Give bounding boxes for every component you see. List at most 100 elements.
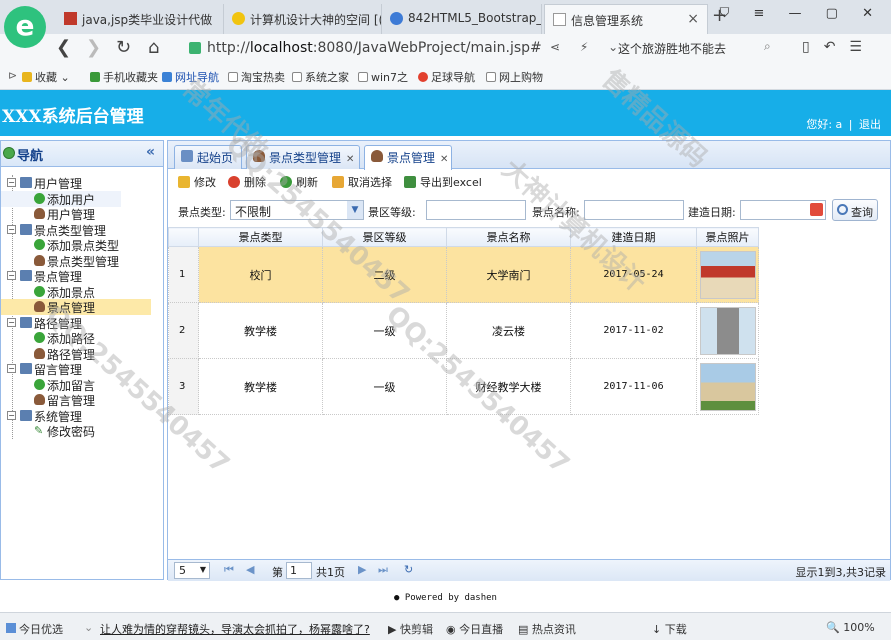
chevron-down-icon[interactable]: ▼: [347, 201, 363, 219]
sidebar-item-route-manage[interactable]: 路径管理: [1, 346, 95, 362]
search-input[interactable]: 这个旅游胜地不能去 ⌕: [618, 39, 778, 57]
first-page-icon[interactable]: ⏮: [224, 563, 234, 577]
name-input[interactable]: [584, 200, 684, 220]
prev-page-icon[interactable]: ◀: [246, 563, 254, 576]
sidebar-item-add-spot[interactable]: 添加景点: [1, 284, 95, 300]
folder-icon: [20, 270, 32, 281]
forward-icon[interactable]: ❯: [86, 37, 101, 58]
close-tab-icon[interactable]: ×: [687, 11, 699, 27]
star-icon: [22, 72, 32, 82]
tab-home[interactable]: 起始页: [174, 145, 242, 169]
tree-group-messages[interactable]: − 留言管理: [1, 361, 82, 377]
tree-group-spots[interactable]: − 景点管理: [1, 268, 82, 284]
sidebar-header: 导航 «: [1, 141, 163, 167]
column-header[interactable]: 景区等级: [322, 227, 447, 247]
window-controls[interactable]: ⛉ ≡ — ▢ ✕: [720, 6, 883, 21]
bookmark-item[interactable]: 手机收藏夹: [90, 69, 158, 85]
sidebar-item-spot-type-manage[interactable]: 景点类型管理: [1, 253, 119, 269]
download-button[interactable]: ↓ 下载: [652, 621, 687, 637]
tree-group-spot-types[interactable]: − 景点类型管理: [1, 222, 106, 238]
hot-news-button[interactable]: ▤ 热点资讯: [518, 621, 576, 637]
back-icon[interactable]: ❮: [56, 37, 71, 58]
cancel-selection-button[interactable]: 取消选择: [332, 174, 392, 190]
user-icon: [34, 255, 45, 266]
table-row[interactable]: 3 教学楼 一级 财经教学大楼 2017-11-06: [168, 358, 759, 415]
tree-group-users[interactable]: − 用户管理: [1, 175, 82, 191]
table-row[interactable]: 1 校门 二级 大学南门 2017-05-24: [168, 246, 759, 303]
live-button[interactable]: ◉ 今日直播: [446, 621, 503, 637]
sidebar-item-user-manage[interactable]: 用户管理: [1, 206, 95, 222]
last-page-icon[interactable]: ⏭: [378, 563, 388, 577]
browser-tab-active[interactable]: 信息管理系统 ×: [544, 4, 708, 34]
bookmark-item[interactable]: 网址导航: [162, 69, 219, 85]
bookmarks-toggle-icon[interactable]: ⊳: [8, 69, 17, 82]
bookmark-item[interactable]: 足球导航: [418, 69, 475, 85]
tab-spot-type-manage[interactable]: 景点类型管理 ✕: [246, 145, 360, 169]
home-icon[interactable]: ⌂: [148, 37, 159, 58]
spot-type-select[interactable]: 不限制 ▼: [230, 200, 364, 220]
sidebar-item-spot-manage[interactable]: 景点管理: [1, 299, 151, 315]
refresh-button[interactable]: 刷新: [280, 174, 318, 190]
bookmark-item[interactable]: 淘宝热卖: [228, 69, 285, 85]
browser-logo-icon[interactable]: e: [4, 6, 46, 48]
sidebar-item-change-password[interactable]: ✎ 修改密码: [1, 423, 95, 439]
page-favicon-icon: [64, 12, 77, 25]
column-header[interactable]: 景点照片: [696, 227, 759, 247]
addr-actions[interactable]: ⋖ ⚡ ⌄: [550, 40, 626, 54]
delete-button[interactable]: 删除: [228, 174, 266, 190]
sidebar-item-add-route[interactable]: 添加路径: [1, 330, 95, 346]
sidebar-item-add-message[interactable]: 添加留言: [1, 377, 95, 393]
page-size-select[interactable]: 5 ▼: [174, 562, 210, 579]
search-icon[interactable]: ⌕: [764, 39, 771, 54]
browser-tab-1[interactable]: java,jsp类毕业设计代做: [56, 4, 224, 34]
daily-pick-link[interactable]: 今日优选: [6, 621, 63, 637]
spot-photo[interactable]: [699, 250, 756, 299]
bookmark-item[interactable]: win7之: [358, 69, 408, 85]
tree-group-routes[interactable]: − 路径管理: [1, 315, 82, 331]
sidebar-item-add-user[interactable]: 添加用户: [1, 191, 121, 207]
address-bar: ❮ ❯ ↻ ⌂ http://localhost:8080/JavaWebPro…: [0, 34, 891, 62]
date-input[interactable]: [740, 200, 826, 220]
edit-button[interactable]: 修改: [178, 174, 216, 190]
bookmark-item[interactable]: 网上购物: [486, 69, 543, 85]
sidebar-item-add-spot-type[interactable]: 添加景点类型: [1, 237, 119, 253]
bookmark-item[interactable]: 系统之家: [292, 69, 349, 85]
next-page-icon[interactable]: ▶: [358, 563, 366, 576]
query-button[interactable]: 查询: [832, 199, 878, 221]
column-header[interactable]: 景点名称: [446, 227, 571, 247]
tree-group-system[interactable]: − 系统管理: [1, 408, 82, 424]
browser-tab-2[interactable]: 计算机设计大神的空间 [(: [224, 4, 382, 34]
browser-tab-3[interactable]: 842HTML5_Bootstrap_: [382, 4, 542, 34]
sidebar-item-message-manage[interactable]: 留言管理: [1, 392, 95, 408]
url-field[interactable]: http://localhost:8080/JavaWebProject/mai…: [185, 37, 542, 59]
bookmark-item[interactable]: 收藏 ⌄: [22, 69, 70, 85]
table-row[interactable]: 2 教学楼 一级 凌云楼 2017-11-02: [168, 302, 759, 359]
calendar-icon[interactable]: [810, 203, 823, 216]
chevron-down-icon[interactable]: ⌄: [84, 621, 93, 634]
quick-clip-button[interactable]: ▶ 快剪辑: [388, 621, 433, 637]
delete-icon: [228, 176, 240, 188]
user-icon: [253, 150, 265, 162]
star-favicon-icon: [232, 12, 245, 25]
close-icon[interactable]: ✕: [346, 154, 354, 165]
close-icon[interactable]: ✕: [440, 154, 448, 165]
collapse-icon[interactable]: «: [146, 144, 155, 160]
logout-link[interactable]: 退出: [859, 118, 881, 131]
column-header[interactable]: 景点类型: [198, 227, 323, 247]
spot-photo[interactable]: [699, 306, 756, 355]
tab-spot-manage[interactable]: 景点管理 ✕: [364, 145, 452, 170]
level-input[interactable]: [426, 200, 526, 220]
export-icon: [404, 176, 416, 188]
column-header[interactable]: 建造日期: [570, 227, 697, 247]
user-icon: [371, 150, 383, 162]
zoom-control[interactable]: 🔍 100%: [826, 621, 875, 634]
add-icon: [34, 379, 45, 390]
reload-icon[interactable]: ↻: [116, 37, 131, 58]
refresh-icon[interactable]: ↻: [404, 563, 413, 576]
refresh-icon: [280, 176, 292, 188]
browser-menu-icons[interactable]: ▯↶☰: [802, 39, 876, 55]
page-number-input[interactable]: 1: [286, 562, 312, 579]
news-ticker-link[interactable]: 让人难为情的穿帮镜头，导演太会抓拍了，杨幂露啥了?: [100, 621, 370, 637]
export-excel-button[interactable]: 导出到excel: [404, 174, 482, 190]
spot-photo[interactable]: [699, 362, 756, 411]
